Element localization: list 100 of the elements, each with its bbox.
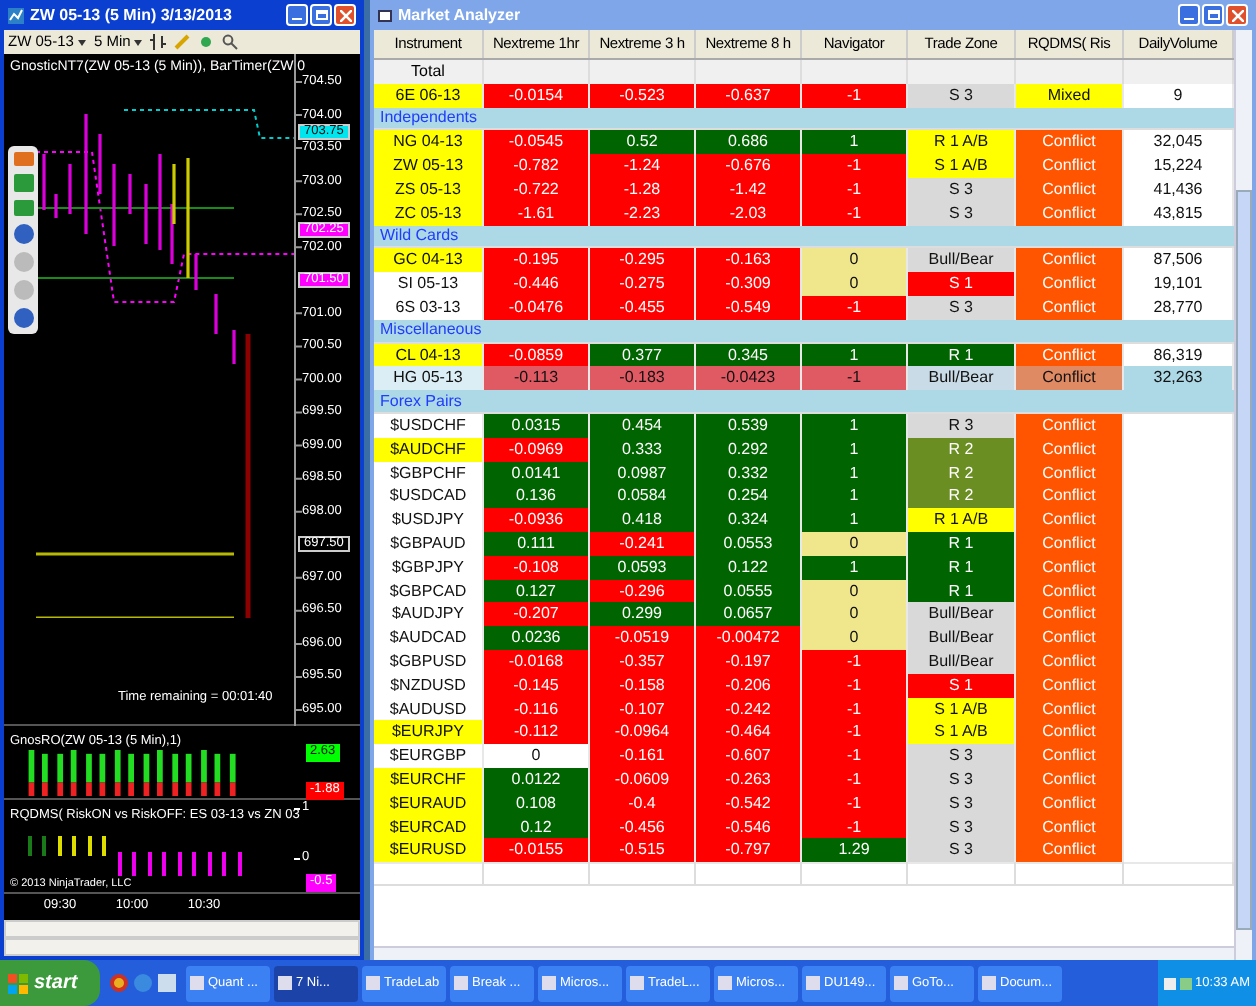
vertical-scrollbar[interactable] [1234,30,1252,960]
table-cell: 1 [802,508,908,535]
empty-cell [374,862,484,886]
table-cell[interactable]: ZS 05-13 [374,177,484,204]
table-cell: -0.0964 [590,720,696,747]
table-cell[interactable]: $GBPUSD [374,649,484,676]
table-cell: Conflict [1016,673,1124,700]
table-cell: 0.324 [696,508,802,535]
close-button[interactable] [1226,4,1248,26]
table-cell: -0.309 [696,272,802,299]
app-icon [894,976,908,990]
table-cell[interactable]: $EURJPY [374,720,484,747]
table-cell: -0.0936 [484,508,590,535]
minimize-button[interactable] [1178,4,1200,26]
table-cell: -1 [802,744,908,771]
table-cell: 15,224 [1124,154,1234,181]
table-cell[interactable]: HG 05-13 [374,366,484,393]
pencil-icon[interactable] [174,34,191,50]
table-cell[interactable]: $AUDJPY [374,602,484,629]
table-cell[interactable]: $AUDCAD [374,626,484,653]
table-cell: -0.0155 [484,838,590,865]
minimize-button[interactable] [286,4,308,26]
table-cell: -0.0168 [484,649,590,676]
table-cell: 0.136 [484,484,590,511]
horizontal-scrollbar[interactable] [4,938,360,956]
table-cell: -1 [802,767,908,794]
table-cell[interactable]: 6E 06-13 [374,83,484,110]
table-cell: S 1 [908,272,1016,299]
table-cell: 0 [484,744,590,771]
table-cell: 0.0315 [484,413,590,440]
app-icon [718,976,732,990]
table-cell: S 3 [908,838,1016,865]
table-cell[interactable]: $NZDUSD [374,673,484,700]
table-cell[interactable]: SI 05-13 [374,272,484,299]
table-cell[interactable]: $EURUSD [374,838,484,865]
table-cell: -0.542 [696,791,802,818]
table-cell: -0.195 [484,248,590,275]
table-cell: -0.676 [696,154,802,181]
table-cell[interactable]: $GBPJPY [374,555,484,582]
bars-icon[interactable] [150,34,167,50]
table-cell[interactable]: $EURCHF [374,767,484,794]
window-icon [378,9,392,21]
table-cell: R 1 A/B [908,508,1016,535]
table-cell: -0.722 [484,177,590,204]
horizontal-scrollbar[interactable] [374,946,1234,960]
table-cell: -0.197 [696,649,802,676]
table-cell[interactable]: $AUDCHF [374,437,484,464]
table-cell: Bull/Bear [908,248,1016,275]
table-cell: -0.0154 [484,83,590,110]
table-cell: R 2 [908,437,1016,464]
table-cell: 0 [802,272,908,299]
empty-cell [696,862,802,886]
table-cell: 41,436 [1124,177,1234,204]
table-cell: -1 [802,201,908,228]
empty-cell [484,862,590,886]
table-cell: 0.0553 [696,531,802,558]
table-cell: -0.108 [484,555,590,582]
table-cell[interactable]: NG 04-13 [374,130,484,157]
table-cell: 0.333 [590,437,696,464]
horizontal-scrollbar[interactable] [4,920,360,938]
table-cell: Conflict [1016,177,1124,204]
zoom-icon[interactable] [222,34,239,50]
table-cell[interactable]: $USDCAD [374,484,484,511]
table-cell[interactable]: $GBPAUD [374,531,484,558]
table-cell[interactable]: 6S 03-13 [374,295,484,322]
table-cell: S 3 [908,767,1016,794]
table-cell[interactable]: $EURAUD [374,791,484,818]
table-cell: 0 [802,531,908,558]
start-button[interactable]: start [0,960,100,1006]
table-cell: -0.112 [484,720,590,747]
scroll-thumb[interactable] [1236,190,1252,930]
table-cell[interactable]: ZW 05-13 [374,154,484,181]
table-cell: Conflict [1016,838,1124,865]
table-cell: R 3 [908,413,1016,440]
close-button[interactable] [334,4,356,26]
app-icon [982,976,996,990]
table-cell: -0.0476 [484,295,590,322]
table-cell: Conflict [1016,272,1124,299]
app-icon [454,976,468,990]
table-cell: -0.113 [484,366,590,393]
table-cell: -1 [802,720,908,747]
table-cell: Conflict [1016,130,1124,157]
table-cell: -0.455 [590,295,696,322]
table-cell: 0.122 [696,555,802,582]
maximize-button[interactable] [1202,4,1224,26]
table-cell: 0.299 [590,602,696,629]
table-cell: -0.4 [590,791,696,818]
table-cell[interactable]: $EURGBP [374,744,484,771]
table-cell: 0 [802,248,908,275]
table-cell: 0.454 [590,413,696,440]
maximize-button[interactable] [310,4,332,26]
table-cell: Conflict [1016,248,1124,275]
empty-cell [802,862,908,886]
table-cell: -1 [802,673,908,700]
app-icon [542,976,556,990]
table-cell[interactable]: $USDJPY [374,508,484,535]
table-cell[interactable]: GC 04-13 [374,248,484,275]
chart-app-icon [8,7,24,23]
table-cell: 1 [802,130,908,157]
table-cell[interactable]: ZC 05-13 [374,201,484,228]
